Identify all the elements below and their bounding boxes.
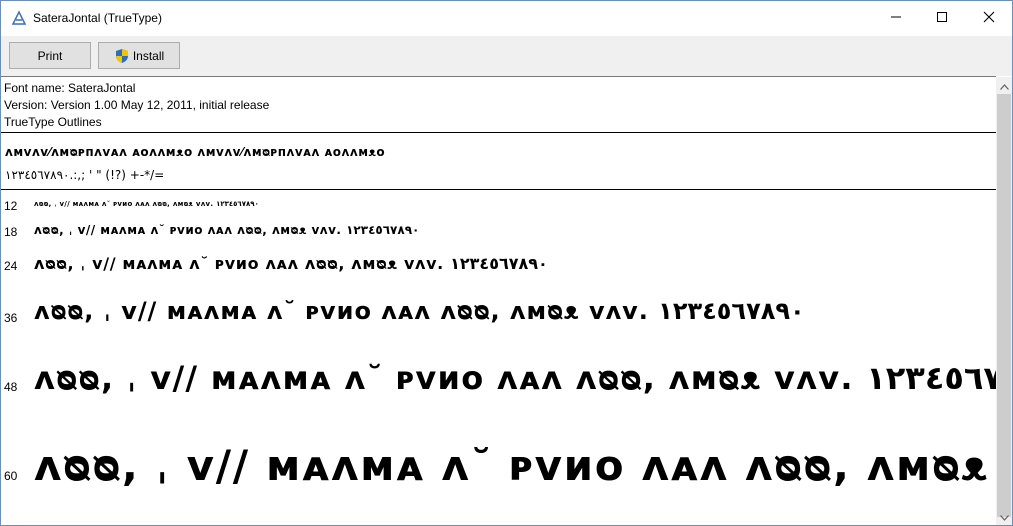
close-icon	[983, 10, 995, 28]
sample-row: 18 ᴧᴓᴓ, ˌ ᴠ// ᴍᴀᴧᴍᴀ ᴧ˘ ᴩᴠᴎᴏ ᴧᴀᴧ ᴧᴓᴓ, ᴧᴍᴓ…	[1, 221, 996, 243]
sample-row: 48 ᴧᴓᴓ, ˌ ᴠ// ᴍᴀᴧᴍᴀ ᴧ˘ ᴩᴠᴎᴏ ᴧᴀᴧ ᴧᴓᴓ, ᴧᴍᴓ…	[1, 347, 996, 417]
divider	[1, 189, 996, 190]
font-outline-type: TrueType Outlines	[4, 115, 102, 129]
charset-digits: ١٢٣٤٥٦٧٨٩٠.:,; ' " (!?) +-*/=	[5, 168, 165, 182]
install-label: Install	[132, 48, 165, 63]
chevron-up-icon	[999, 77, 1009, 95]
scroll-down-button[interactable]	[996, 508, 1012, 525]
size-label: 36	[4, 311, 18, 325]
sample-text: ᴧᴓᴓ, ˌ ᴠ// ᴍᴀᴧᴍᴀ ᴧ˘ ᴩᴠᴎᴏ ᴧᴀᴧ ᴧᴓᴓ, ᴧᴍᴓᴥ ᴠ…	[34, 254, 548, 273]
font-viewer-window: SateraJontal (TrueType) Print Install Fo…	[0, 0, 1013, 526]
size-label: 60	[4, 469, 18, 483]
minimize-icon	[890, 10, 902, 28]
chevron-down-icon	[999, 508, 1009, 526]
maximize-button[interactable]	[919, 1, 965, 36]
window-title: SateraJontal (TrueType)	[33, 11, 162, 25]
font-name: Font name: SateraJontal	[4, 81, 136, 95]
divider	[1, 132, 996, 133]
sample-row: 12 ᴧᴓᴓ, ˌ ᴠ// ᴍᴀᴧᴍᴀ ᴧ˘ ᴩᴠᴎᴏ ᴧᴀᴧ ᴧᴓᴓ, ᴧᴍᴓ…	[1, 197, 996, 215]
minimize-button[interactable]	[873, 1, 919, 36]
print-button[interactable]: Print	[9, 42, 91, 69]
size-label: 12	[4, 199, 18, 213]
scroll-up-button[interactable]	[996, 77, 1012, 94]
size-label: 18	[4, 225, 18, 239]
font-icon	[11, 10, 27, 26]
size-label: 48	[4, 380, 18, 394]
font-info: Font name: SateraJontal Version: Version…	[4, 80, 269, 131]
shield-icon	[114, 48, 130, 64]
sample-row: 36 ᴧᴓᴓ, ˌ ᴠ// ᴍᴀᴧᴍᴀ ᴧ˘ ᴩᴠᴎᴏ ᴧᴀᴧ ᴧᴓᴓ, ᴧᴍᴓ…	[1, 289, 996, 339]
font-preview-area[interactable]: Font name: SateraJontal Version: Version…	[1, 76, 996, 525]
sample-text: ᴧᴓᴓ, ˌ ᴠ// ᴍᴀᴧᴍᴀ ᴧ˘ ᴩᴠᴎᴏ ᴧᴀᴧ ᴧᴓᴓ, ᴧᴍᴓᴥ ᴠ…	[34, 223, 420, 237]
sample-text: ᴧᴓᴓ, ˌ ᴠ// ᴍᴀᴧᴍᴀ ᴧ˘ ᴩᴠᴎᴏ ᴧᴀᴧ ᴧᴓᴓ, ᴧᴍᴓᴥ ᴠ…	[34, 359, 996, 397]
sample-row: 60 ᴧᴓᴓ, ˌ ᴠ// ᴍᴀᴧᴍᴀ ᴧ˘ ᴩᴠᴎᴏ ᴧᴀᴧ ᴧᴓᴓ, ᴧᴍᴓ…	[1, 427, 996, 517]
sample-row: 24 ᴧᴓᴓ, ˌ ᴠ// ᴍᴀᴧᴍᴀ ᴧ˘ ᴩᴠᴎᴏ ᴧᴀᴧ ᴧᴓᴓ, ᴧᴍᴓ…	[1, 251, 996, 281]
close-button[interactable]	[966, 1, 1012, 36]
toolbar: Print Install	[1, 36, 1012, 76]
sample-text: ᴧᴓᴓ, ˌ ᴠ// ᴍᴀᴧᴍᴀ ᴧ˘ ᴩᴠᴎᴏ ᴧᴀᴧ ᴧᴓᴓ, ᴧᴍᴓᴥ ᴠ…	[34, 297, 805, 325]
font-version: Version: Version 1.00 May 12, 2011, init…	[4, 98, 270, 112]
charset-letters: ᴧᴍᴠᴧᴠ⁄ᴧᴍᴓᴩᴨᴧᴠᴀᴧ ᴀᴏᴧᴧᴍᴥᴏ ᴧᴍᴠᴧᴠ⁄ᴧᴍᴓᴩᴨᴧᴠᴀᴧ …	[5, 145, 386, 159]
vertical-scrollbar[interactable]	[996, 77, 1012, 525]
size-label: 24	[4, 259, 18, 273]
sample-text: ᴧᴓᴓ, ˌ ᴠ// ᴍᴀᴧᴍᴀ ᴧ˘ ᴩᴠᴎᴏ ᴧᴀᴧ ᴧᴓᴓ, ᴧᴍᴓᴥ ᴠ…	[34, 441, 996, 490]
print-label: Print	[37, 48, 63, 63]
sample-text: ᴧᴓᴓ, ˌ ᴠ// ᴍᴀᴧᴍᴀ ᴧ˘ ᴩᴠᴎᴏ ᴧᴀᴧ ᴧᴓᴓ, ᴧᴍᴓᴥ ᴠ…	[34, 200, 259, 208]
install-button[interactable]: Install	[98, 42, 180, 69]
title-bar[interactable]: SateraJontal (TrueType)	[1, 1, 1012, 36]
scrollbar-thumb[interactable]	[997, 94, 1011, 517]
maximize-icon	[936, 10, 948, 28]
